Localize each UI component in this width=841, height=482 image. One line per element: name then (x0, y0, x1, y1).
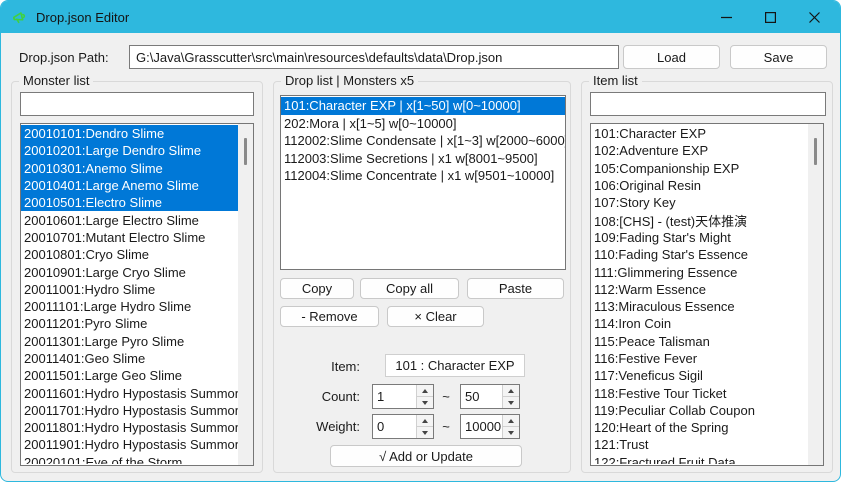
list-item[interactable]: 121:Trust (591, 436, 808, 453)
monster-search-input[interactable] (20, 92, 254, 116)
weight-field-label: Weight: (274, 419, 360, 434)
list-item[interactable]: 116:Festive Fever (591, 350, 808, 367)
list-item[interactable]: 20010501:Electro Slime (21, 194, 238, 211)
spin-down-button[interactable] (417, 396, 433, 408)
list-item[interactable]: 115:Peace Talisman (591, 333, 808, 350)
list-item[interactable]: 20011001:Hydro Slime (21, 281, 238, 298)
copy-all-button[interactable]: Copy all (360, 278, 459, 299)
clear-button[interactable]: × Clear (387, 306, 484, 327)
path-input[interactable] (129, 45, 619, 69)
spin-up-button[interactable] (503, 385, 519, 396)
list-item[interactable]: 122:Fractured Fruit Data (591, 454, 808, 464)
paste-button[interactable]: Paste (467, 278, 564, 299)
item-list-title: Item list (589, 73, 642, 88)
list-item[interactable]: 109:Fading Star's Might (591, 229, 808, 246)
scrollbar-thumb[interactable] (814, 138, 817, 165)
list-item[interactable]: 119:Peculiar Collab Coupon (591, 402, 808, 419)
megaphone-icon (10, 8, 28, 26)
list-item[interactable]: 110:Fading Star's Essence (591, 246, 808, 263)
list-item[interactable]: 20010901:Large Cryo Slime (21, 263, 238, 280)
spin-down-button[interactable] (503, 426, 519, 438)
list-item[interactable]: 20010401:Large Anemo Slime (21, 177, 238, 194)
monster-listbox[interactable]: 20010101:Dendro Slime20010201:Large Dend… (20, 123, 254, 466)
item-list-panel: Item list 101:Character EXP102:Adventure… (581, 81, 833, 473)
window-title: Drop.json Editor (36, 10, 129, 25)
weight-min-spinner[interactable] (372, 414, 434, 439)
list-item[interactable]: 105:Companionship EXP (591, 160, 808, 177)
drop-list-title: Drop list | Monsters x5 (281, 73, 418, 88)
spin-up-button[interactable] (417, 415, 433, 426)
item-field-label: Item: (274, 359, 360, 374)
list-item[interactable]: 20011601:Hydro Hypostasis Summon (21, 384, 238, 401)
list-item[interactable]: 20011501:Large Geo Slime (21, 367, 238, 384)
copy-button[interactable]: Copy (280, 278, 354, 299)
weight-max-input[interactable] (461, 415, 502, 438)
list-item[interactable]: 20010101:Dendro Slime (21, 125, 238, 142)
weight-min-input[interactable] (373, 415, 416, 438)
count-min-input[interactable] (373, 385, 416, 408)
weight-range-separator: ~ (439, 419, 453, 434)
drop-list-panel: Drop list | Monsters x5 101:Character EX… (273, 81, 571, 473)
count-max-input[interactable] (461, 385, 502, 408)
list-item[interactable]: 20011801:Hydro Hypostasis Summon (21, 419, 238, 436)
list-item[interactable]: 111:Glimmering Essence (591, 263, 808, 280)
path-label: Drop.json Path: (19, 50, 109, 65)
maximize-button[interactable] (748, 1, 792, 33)
count-field-label: Count: (274, 389, 360, 404)
list-item[interactable]: 102:Adventure EXP (591, 142, 808, 159)
list-item[interactable]: 112:Warm Essence (591, 281, 808, 298)
item-search-input[interactable] (590, 92, 826, 116)
item-listbox[interactable]: 101:Character EXP102:Adventure EXP105:Co… (590, 123, 824, 466)
list-item[interactable]: 114:Iron Coin (591, 315, 808, 332)
list-item[interactable]: 112003:Slime Secretions | x1 w[8001~9500… (281, 150, 565, 168)
list-item[interactable]: 20010201:Large Dendro Slime (21, 142, 238, 159)
count-range-separator: ~ (439, 389, 453, 404)
add-or-update-button[interactable]: √ Add or Update (330, 445, 522, 467)
save-button[interactable]: Save (730, 45, 827, 69)
drop-listbox[interactable]: 101:Character EXP | x[1~50] w[0~10000]20… (280, 95, 566, 270)
close-button[interactable] (792, 1, 836, 33)
title-bar[interactable]: Drop.json Editor (1, 1, 840, 33)
list-item[interactable]: 20011901:Hydro Hypostasis Summon (21, 436, 238, 453)
scrollbar-thumb[interactable] (244, 138, 247, 165)
spin-up-button[interactable] (503, 415, 519, 426)
spin-down-button[interactable] (503, 396, 519, 408)
item-list-scrollbar[interactable] (808, 124, 823, 465)
monster-list-panel: Monster list 20010101:Dendro Slime200102… (11, 81, 263, 473)
list-item[interactable]: 20010301:Anemo Slime (21, 160, 238, 177)
list-item[interactable]: 108:[CHS] - (test)天体推演 (591, 211, 808, 228)
item-value-field[interactable]: 101 : Character EXP (385, 354, 525, 377)
list-item[interactable]: 20011701:Hydro Hypostasis Summon (21, 402, 238, 419)
list-item[interactable]: 112004:Slime Concentrate | x1 w[9501~100… (281, 167, 565, 185)
load-button[interactable]: Load (623, 45, 720, 69)
list-item[interactable]: 106:Original Resin (591, 177, 808, 194)
weight-max-spinner[interactable] (460, 414, 520, 439)
list-item[interactable]: 20010801:Cryo Slime (21, 246, 238, 263)
list-item[interactable]: 101:Character EXP | x[1~50] w[0~10000] (281, 97, 565, 115)
list-item[interactable]: 117:Veneficus Sigil (591, 367, 808, 384)
list-item[interactable]: 20011101:Large Hydro Slime (21, 298, 238, 315)
minimize-button[interactable] (704, 1, 748, 33)
list-item[interactable]: 120:Heart of the Spring (591, 419, 808, 436)
count-min-spinner[interactable] (372, 384, 434, 409)
spin-down-button[interactable] (417, 426, 433, 438)
list-item[interactable]: 202:Mora | x[1~5] w[0~10000] (281, 115, 565, 133)
list-item[interactable]: 20010601:Large Electro Slime (21, 211, 238, 228)
list-item[interactable]: 113:Miraculous Essence (591, 298, 808, 315)
list-item[interactable]: 101:Character EXP (591, 125, 808, 142)
list-item[interactable]: 112002:Slime Condensate | x[1~3] w[2000~… (281, 132, 565, 150)
remove-button[interactable]: - Remove (280, 306, 379, 327)
monster-list-scrollbar[interactable] (238, 124, 253, 465)
list-item[interactable]: 118:Festive Tour Ticket (591, 384, 808, 401)
spin-up-button[interactable] (417, 385, 433, 396)
list-item[interactable]: 20010701:Mutant Electro Slime (21, 229, 238, 246)
list-item[interactable]: 20011301:Large Pyro Slime (21, 333, 238, 350)
monster-list-title: Monster list (19, 73, 93, 88)
list-item[interactable]: 20011201:Pyro Slime (21, 315, 238, 332)
list-item[interactable]: 20020101:Eye of the Storm (21, 454, 238, 464)
count-max-spinner[interactable] (460, 384, 520, 409)
app-window: Drop.json Editor Drop.json Path: Load Sa… (0, 0, 841, 482)
list-item[interactable]: 107:Story Key (591, 194, 808, 211)
list-item[interactable]: 20011401:Geo Slime (21, 350, 238, 367)
